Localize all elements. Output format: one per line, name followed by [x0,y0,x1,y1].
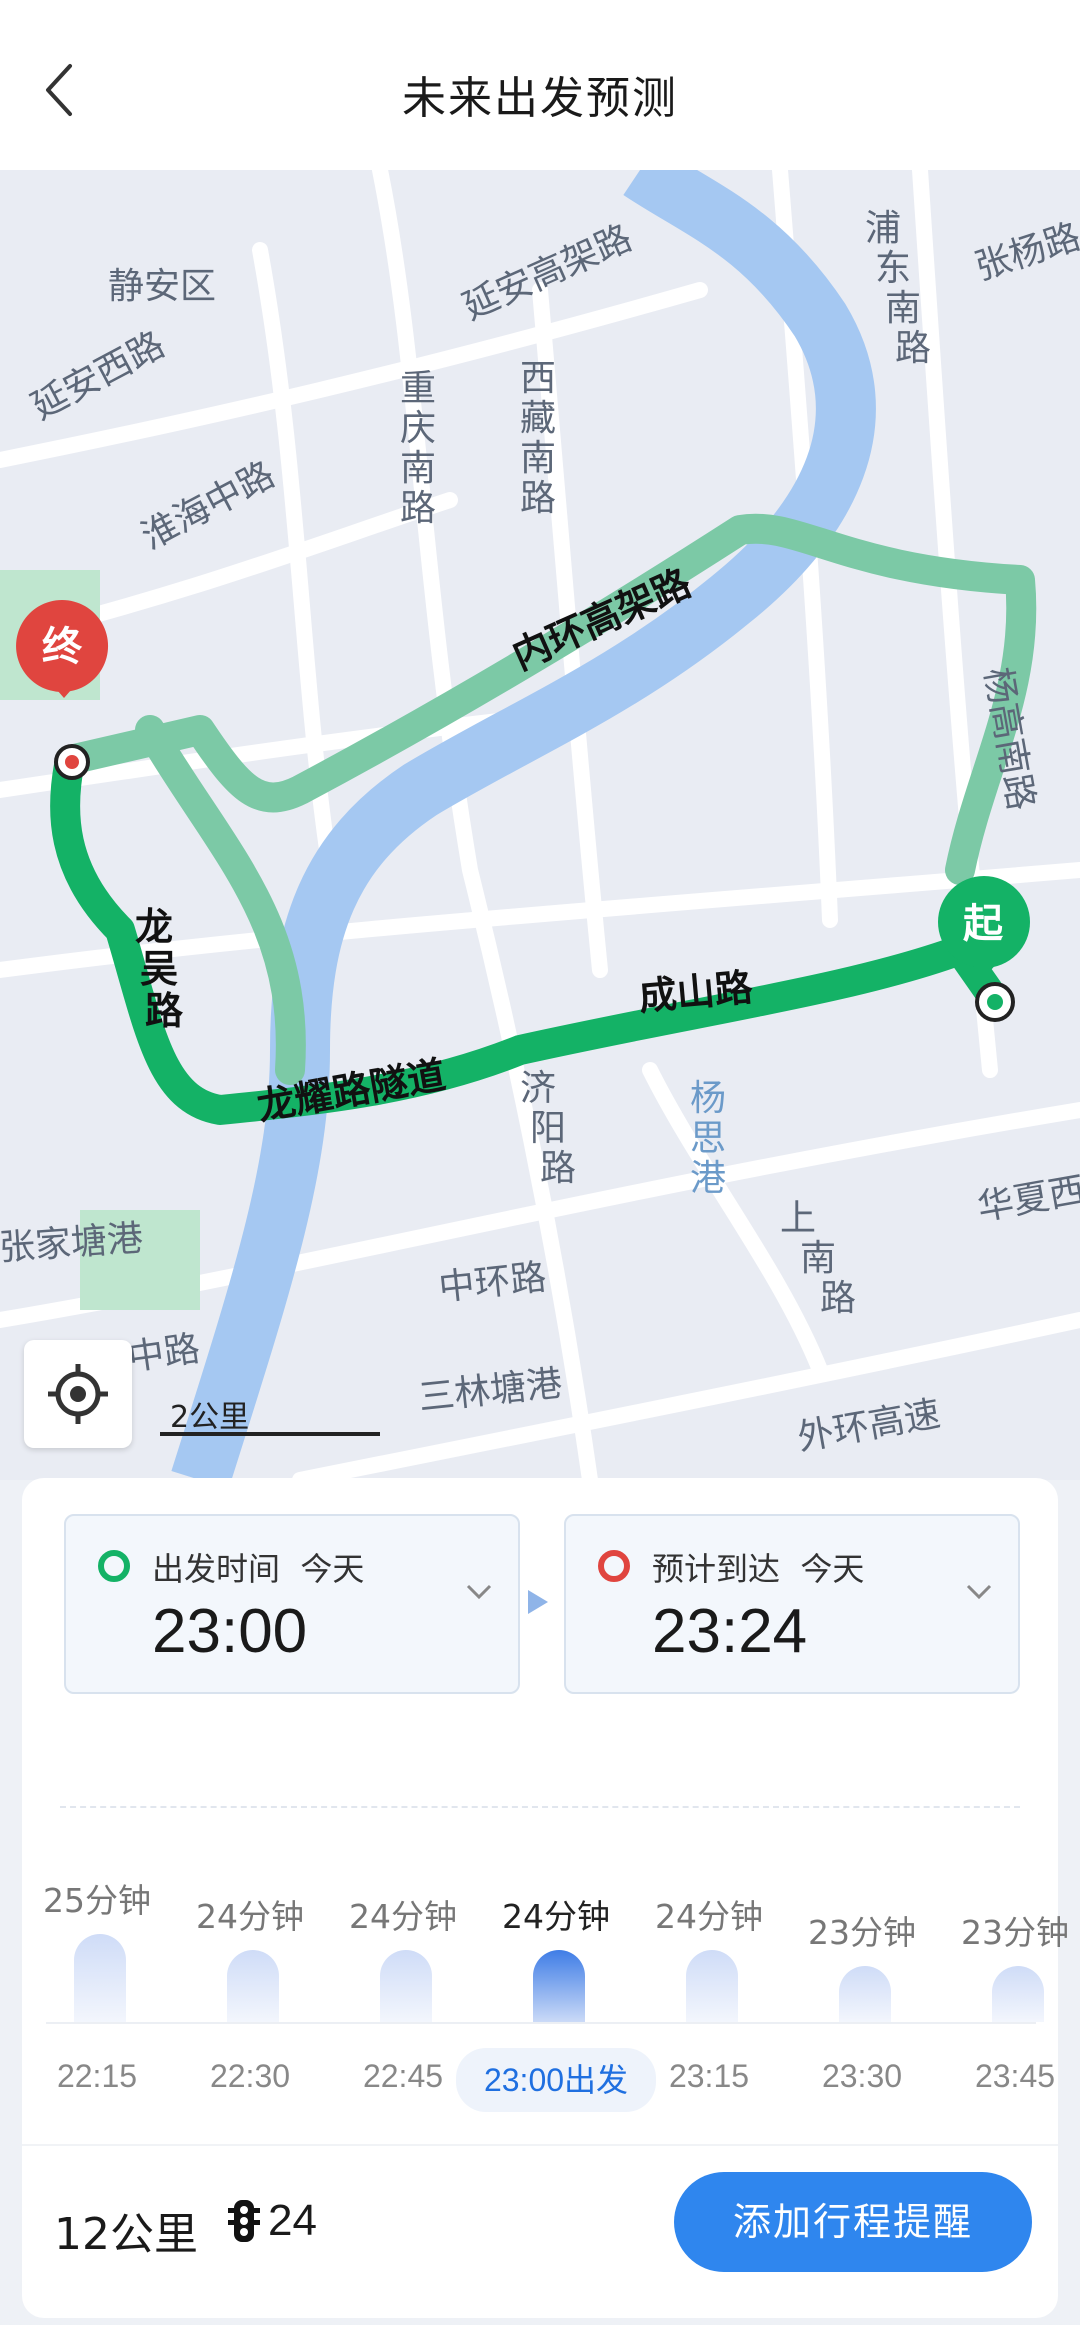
end-marker-label: 终 [42,624,83,670]
arrive-label-text: 预计到达 [652,1550,781,1588]
crosshair-icon [48,1364,108,1424]
map-scale: 2公里 [160,1388,380,1436]
forecast-time[interactable]: 22:30 [181,2058,319,2095]
arrow-right-icon [528,1590,548,1614]
traffic-light-icon [228,2200,260,2242]
depart-time-selector[interactable]: 出发时间 今天 23:00 [64,1514,520,1694]
add-trip-reminder-button[interactable]: 添加行程提醒 [674,2172,1032,2272]
arrive-time-selector[interactable]: 预计到达 今天 23:24 [564,1514,1020,1694]
forecast-time[interactable]: 23:00出发 [456,2048,656,2112]
locate-button[interactable] [24,1340,132,1448]
forecast-bar [227,1950,279,2022]
forecast-duration: 23分钟 [961,1913,1069,1952]
map-label: 华夏西路 [974,1163,1080,1228]
chevron-down-icon [466,1584,492,1600]
divider [22,2144,1058,2146]
forecast-column[interactable]: 23分钟 [946,1878,1080,2078]
arrive-time: 23:24 [652,1597,808,1666]
scale-bar [160,1432,380,1436]
depart-label-text: 出发时间 [152,1550,281,1588]
forecast-duration: 24分钟 [502,1897,610,1936]
header: 未来出发预测 [0,0,1080,170]
forecast-column[interactable]: 24分钟 [640,1878,778,2078]
map-label: 中环路 [437,1257,549,1309]
forecast-column[interactable]: 24分钟 [334,1878,472,2078]
depart-label: 出发时间 今天 [152,1544,364,1590]
chevron-down-icon [966,1584,992,1600]
scale-label: 2公里 [170,1400,250,1435]
map-label: 杨思港 [690,1078,726,1199]
forecast-bar [686,1950,738,2022]
map-label: 西藏南路 [520,358,556,519]
chart-baseline [46,2022,1036,2024]
origin-dot-inner [987,994,1003,1010]
forecast-time[interactable]: 23:15 [640,2058,778,2095]
forecast-duration: 25分钟 [43,1881,151,1920]
depart-day: 今天 [300,1550,365,1588]
map-label: 延安西路 [25,324,171,428]
divider-dashed [60,1806,1020,1808]
forecast-duration: 24分钟 [655,1897,763,1936]
map-label: 外环高速 [794,1393,943,1458]
forecast-column[interactable]: 23分钟 [793,1878,931,2078]
map-label: 静安区 [108,266,216,307]
arrive-label: 预计到达 今天 [652,1544,864,1590]
forecast-bar [74,1934,126,2022]
forecast-bar [380,1950,432,2022]
route-map[interactable]: 静安区 延安西路 淮海中路 延安高架路 杨高南路 张杨路 中环路 外环高速 三林… [0,170,1080,1480]
forecast-column[interactable]: 24分钟 [181,1878,319,2078]
forecast-bar [992,1966,1044,2022]
arrive-dot-icon [598,1550,630,1582]
map-label: 中路 [126,1328,203,1379]
forecast-time[interactable]: 23:30 [793,2058,931,2095]
traffic-light-count: 24 [268,2196,317,2245]
traffic-lights: 24 [226,2196,317,2246]
forecast-duration: 24分钟 [349,1897,457,1936]
arrive-day: 今天 [800,1550,865,1588]
forecast-column[interactable]: 25分钟 [28,1878,166,2078]
route-distance: 12公里 [54,2209,198,2260]
forecast-panel: 出发时间 今天 23:00 预计到达 今天 23:24 25分钟 24分钟 24分钟… [22,1478,1069,2318]
forecast-duration: 24分钟 [196,1897,304,1936]
forecast-bar [839,1966,891,2022]
forecast-time[interactable]: 22:15 [28,2058,166,2095]
page-title: 未来出发预测 [402,73,678,124]
forecast-duration: 23分钟 [808,1913,916,1952]
map-label: 三林塘港 [417,1363,565,1419]
depart-time: 23:00 [152,1597,308,1666]
destination-dot-inner [65,755,79,769]
map-label: 淮海中路 [135,454,281,558]
map-label: 重庆南路 [400,368,436,529]
forecast-time[interactable]: 22:45 [334,2058,472,2095]
start-marker-label: 起 [963,901,1004,947]
depart-dot-icon [98,1550,130,1582]
forecast-time[interactable]: 23:45 [946,2058,1080,2095]
map-label: 张杨路 [970,216,1080,288]
forecast-bar [533,1950,585,2022]
